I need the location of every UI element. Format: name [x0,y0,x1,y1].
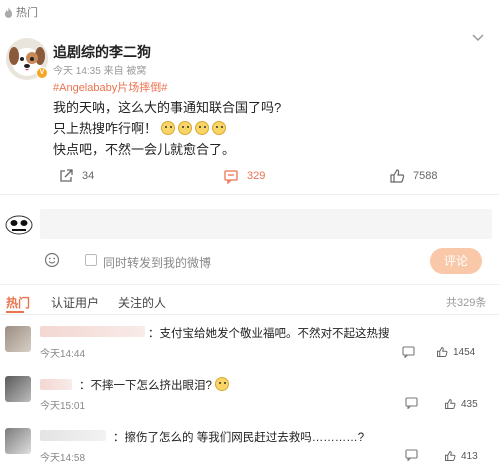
panda-avatar-icon [5,215,33,235]
repost-checkbox[interactable] [85,254,97,266]
thumbs-up-icon [445,399,456,409]
hot-label-text: 热门 [16,7,38,19]
comment-reply-icon[interactable] [405,449,418,461]
comment-text-body: ：不摔一下怎么挤出眼泪? [79,380,212,392]
smiley-icon[interactable] [44,252,60,268]
commenter-name-redacted [40,326,145,337]
comment-like-button[interactable]: 435 [444,398,478,410]
submit-comment-button[interactable]: 评论 [430,248,482,274]
comment-like-count: 435 [461,398,478,410]
doge-emoji-icon [211,121,226,135]
commenter-name-redacted [40,430,106,441]
doge-emoji-icon [194,121,209,135]
thumbs-up-icon [445,451,456,461]
comment-button[interactable]: 329 [223,168,265,184]
hashtag-link[interactable]: #Angelababy片场摔倒# [53,79,167,95]
share-icon [60,169,73,182]
comment-text: ：支付宝给她发个敬业福吧。不然对不起这热搜 [148,328,390,340]
thumbs-up-icon [437,347,448,357]
commenter-avatar[interactable] [5,428,31,454]
post-line-2: 只上热搜咋行啊！ [53,118,229,137]
comment-like-count: 413 [461,450,478,462]
like-button[interactable]: 7588 [389,168,437,184]
commenter-name-redacted [40,379,72,390]
tab-hot[interactable]: 热门 [6,294,30,311]
doge-emoji-icon [177,121,192,135]
flame-icon [4,6,13,18]
tab-verified-users[interactable]: 认证用户 [51,294,99,311]
hot-label: 热门 [4,4,38,20]
comment-count: 329 [247,170,266,182]
comment-like-button[interactable]: 413 [444,450,478,462]
thumbs-up-icon [390,169,405,183]
comment-time: 今天14:58 [40,453,86,464]
tab-following[interactable]: 关注的人 [118,294,166,311]
commenter-avatar[interactable] [5,376,31,402]
post-line-2-text: 只上热搜咋行啊！ [53,121,158,136]
divider [0,284,499,285]
repost-checkbox-label: 同时转发到我的微博 [103,256,212,270]
repost-count: 34 [82,170,95,182]
author-name[interactable]: 追剧综的李二狗 [53,42,151,62]
post-meta: 今天 14:35 来自 被窝 [53,66,147,77]
doge-emoji-icon [160,121,175,135]
divider [0,194,499,195]
chevron-down-icon[interactable] [470,30,486,46]
verified-badge-icon: V [36,67,48,79]
comment-reply-icon[interactable] [402,346,415,358]
comment-reply-icon[interactable] [405,397,418,409]
divider [0,314,499,315]
like-count: 7588 [413,170,438,182]
active-tab-indicator [6,311,24,313]
comment-like-count: 1454 [453,346,476,358]
post-line-1: 我的天呐，这么大的事通知联合国了吗? [53,100,282,115]
comment-text: ：擦伤了怎么的 等我们网民赶过去救吗…………? [113,432,365,444]
comment-time: 今天14:44 [40,349,86,360]
comment-icon [224,170,238,184]
doge-emoji-icon [215,377,230,391]
comment-time: 今天15:01 [40,401,86,412]
comment-text: ：不摔一下怎么挤出眼泪? [79,377,232,393]
weibo-post-page: 热门 V 追剧综的李二狗 今天 14:35 来自 被窝 #Angelababy片… [0,0,499,464]
comment-input[interactable] [40,209,492,239]
repost-button[interactable]: 34 [58,168,94,184]
total-comments-count: 共329条 [446,297,487,309]
post-line-3: 快点吧，不然一会儿就愈合了。 [53,142,236,157]
comment-like-button[interactable]: 1454 [436,346,475,358]
commenter-avatar[interactable] [5,326,31,352]
